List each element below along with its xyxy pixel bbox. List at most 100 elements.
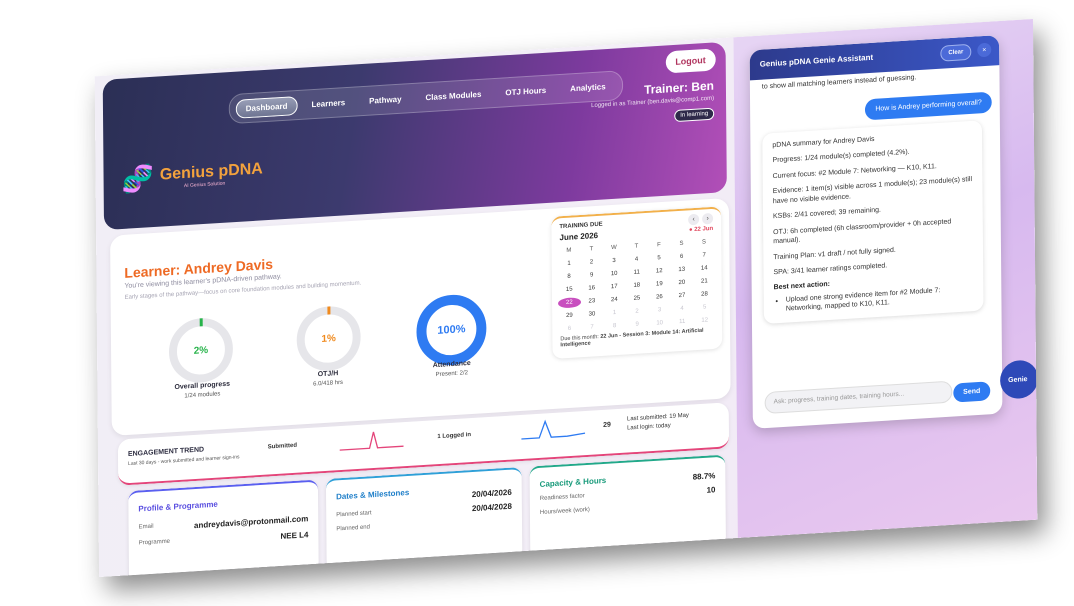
hours-label: Hours/week (work) [539, 506, 590, 516]
calendar-day[interactable]: 25 [626, 293, 649, 304]
calendar-day-selected[interactable]: 22 [558, 297, 581, 309]
overall-progress-sub: 1/24 modules [184, 391, 221, 400]
calendar-day[interactable]: 14 [693, 263, 716, 274]
genie-fab-button[interactable]: Genie [999, 359, 1038, 400]
calendar-day[interactable]: 6 [558, 323, 581, 334]
calendar-day[interactable]: 10 [603, 268, 626, 279]
calendar-day[interactable]: 12 [693, 315, 716, 326]
calendar-day[interactable]: 3 [603, 255, 626, 266]
calendar-day[interactable]: 18 [625, 280, 648, 291]
nav-otj-hours[interactable]: OTJ Hours [495, 80, 556, 103]
weekday-header: S [701, 239, 707, 246]
calendar-day[interactable]: 9 [626, 319, 649, 330]
assistant-area: Genius pDNA Genie Assistant Clear × to s… [733, 18, 1038, 538]
calendar-arrows: ‹ › [688, 212, 714, 226]
trend-count: 29 [603, 421, 611, 429]
profile-title: Profile & Programme [138, 499, 218, 514]
calendar-day[interactable]: 28 [693, 289, 716, 300]
chevron-right-icon[interactable]: › [702, 212, 714, 225]
calendar-day[interactable]: 12 [648, 266, 671, 277]
otjh-sub: 6.0/418 hrs [313, 379, 344, 388]
weekday-header: S [679, 240, 684, 247]
main-nav: Dashboard Learners Pathway Class Modules… [228, 70, 623, 125]
calendar-day[interactable]: 2 [580, 257, 603, 268]
email-label: Email [138, 523, 154, 531]
calendar-day[interactable]: 9 [580, 270, 603, 281]
assistant-message: pDNA summary for Andrey Davis Progress: … [762, 120, 984, 324]
dashboard-area: Logout Dashboard Learners Pathway Class … [95, 37, 738, 578]
calendar-day[interactable]: 2 [626, 306, 649, 317]
calendar-day[interactable]: 16 [580, 283, 603, 294]
weekday-header: T [634, 243, 639, 250]
calendar-day[interactable]: 13 [670, 264, 693, 275]
calendar-day[interactable]: 23 [581, 296, 604, 307]
calendar-day[interactable]: 3 [648, 305, 671, 316]
calendar-day[interactable]: 19 [648, 279, 671, 290]
calendar-day[interactable]: 11 [671, 316, 694, 327]
attendance-sub: Present: 2/2 [435, 370, 468, 379]
logged-in-stat: 1 Logged in [437, 432, 471, 440]
calendar-day[interactable]: 26 [648, 292, 671, 303]
capacity-card: Capacity & Hours 88.7% Readiness factor 1… [529, 454, 726, 559]
assistant-input[interactable]: Ask: progress, training dates, training … [764, 380, 953, 415]
dna-icon: 🧬 [121, 162, 155, 195]
logged-in-label: Logged in [442, 432, 472, 440]
logout-button[interactable]: Logout [665, 48, 716, 74]
submitted-sparkline [339, 431, 404, 451]
header-banner: Logout Dashboard Learners Pathway Class … [102, 41, 727, 231]
programme-label: Programme [138, 538, 171, 547]
calendar-day[interactable]: 7 [581, 322, 604, 333]
nav-learners[interactable]: Learners [301, 92, 355, 114]
chevron-left-icon[interactable]: ‹ [688, 213, 700, 226]
calendar-day[interactable]: 29 [558, 310, 581, 321]
app-window: Logout Dashboard Learners Pathway Class … [94, 18, 1038, 578]
profile-programme-row: Programme NEE L4 [139, 530, 309, 549]
calendar-day[interactable]: 1 [558, 258, 581, 269]
profile-card: Profile & Programme Email andreydavis@pro… [128, 479, 319, 578]
brand-logo: 🧬 Genius pDNA AI Genius Solution [121, 156, 263, 196]
end-label: Planned end [336, 524, 370, 533]
calendar-day[interactable]: 20 [671, 277, 694, 288]
status-badge: In learning [674, 107, 715, 123]
start-date: 20/04/2026 [471, 487, 512, 500]
calendar-day[interactable]: 4 [625, 254, 648, 265]
overall-progress-ring: 2% [168, 316, 234, 385]
attendance-ring: 100% [416, 292, 487, 368]
clear-button[interactable]: Clear [940, 43, 972, 62]
calendar-grid: M T W T F S S 1 2 3 4 5 6 7 8 9 10 11 12 13 14 15 16 17 18 19 20 21… [558, 237, 716, 335]
last-submitted: Last submitted: 19 May [626, 412, 689, 423]
nav-pathway[interactable]: Pathway [359, 89, 412, 111]
attendance-value: 100% [437, 323, 466, 337]
calendar-day[interactable]: 10 [648, 318, 671, 329]
assistant-title: Genius pDNA Genie Assistant [759, 52, 874, 69]
calendar-day[interactable]: 30 [581, 309, 604, 320]
calendar-day[interactable]: 4 [671, 303, 694, 314]
calendar-day[interactable]: 5 [693, 302, 716, 313]
overall-progress-value: 2% [193, 344, 209, 357]
calendar-day[interactable]: 27 [671, 290, 694, 301]
nav-dashboard[interactable]: Dashboard [235, 95, 298, 119]
user-message: How is Andrey performing overall? [865, 91, 992, 121]
nav-class-modules[interactable]: Class Modules [415, 84, 491, 108]
calendar-day[interactable]: 1 [603, 307, 626, 318]
calendar-day[interactable]: 8 [558, 271, 581, 282]
calendar-day[interactable]: 15 [558, 284, 581, 295]
calendar-day[interactable]: 11 [625, 267, 648, 278]
trainer-info: Trainer: Ben Logged in as Trainer (ben.d… [591, 79, 715, 128]
logged-in-count: 1 [437, 433, 441, 441]
last-login: Last login: today [627, 422, 671, 432]
calendar-day[interactable]: 24 [603, 294, 626, 305]
assistant-panel: Genius pDNA Genie Assistant Clear × to s… [749, 35, 1003, 429]
calendar-day[interactable]: 21 [693, 276, 716, 287]
readiness-value: 88.7% [692, 471, 716, 482]
close-icon[interactable]: × [977, 42, 992, 58]
profile-email-row: Email andreydavis@protonmail.com [139, 514, 309, 533]
calendar-day[interactable]: 6 [670, 251, 693, 262]
calendar-day[interactable]: 5 [648, 253, 671, 264]
send-button[interactable]: Send [953, 381, 991, 403]
calendar-day[interactable]: 7 [693, 250, 716, 261]
weekday-header: W [611, 244, 617, 252]
calendar-day[interactable]: 8 [603, 320, 626, 331]
calendar-day[interactable]: 17 [603, 281, 626, 292]
dates-card: Dates & Milestones 20/04/2026 Planned st… [325, 467, 523, 572]
